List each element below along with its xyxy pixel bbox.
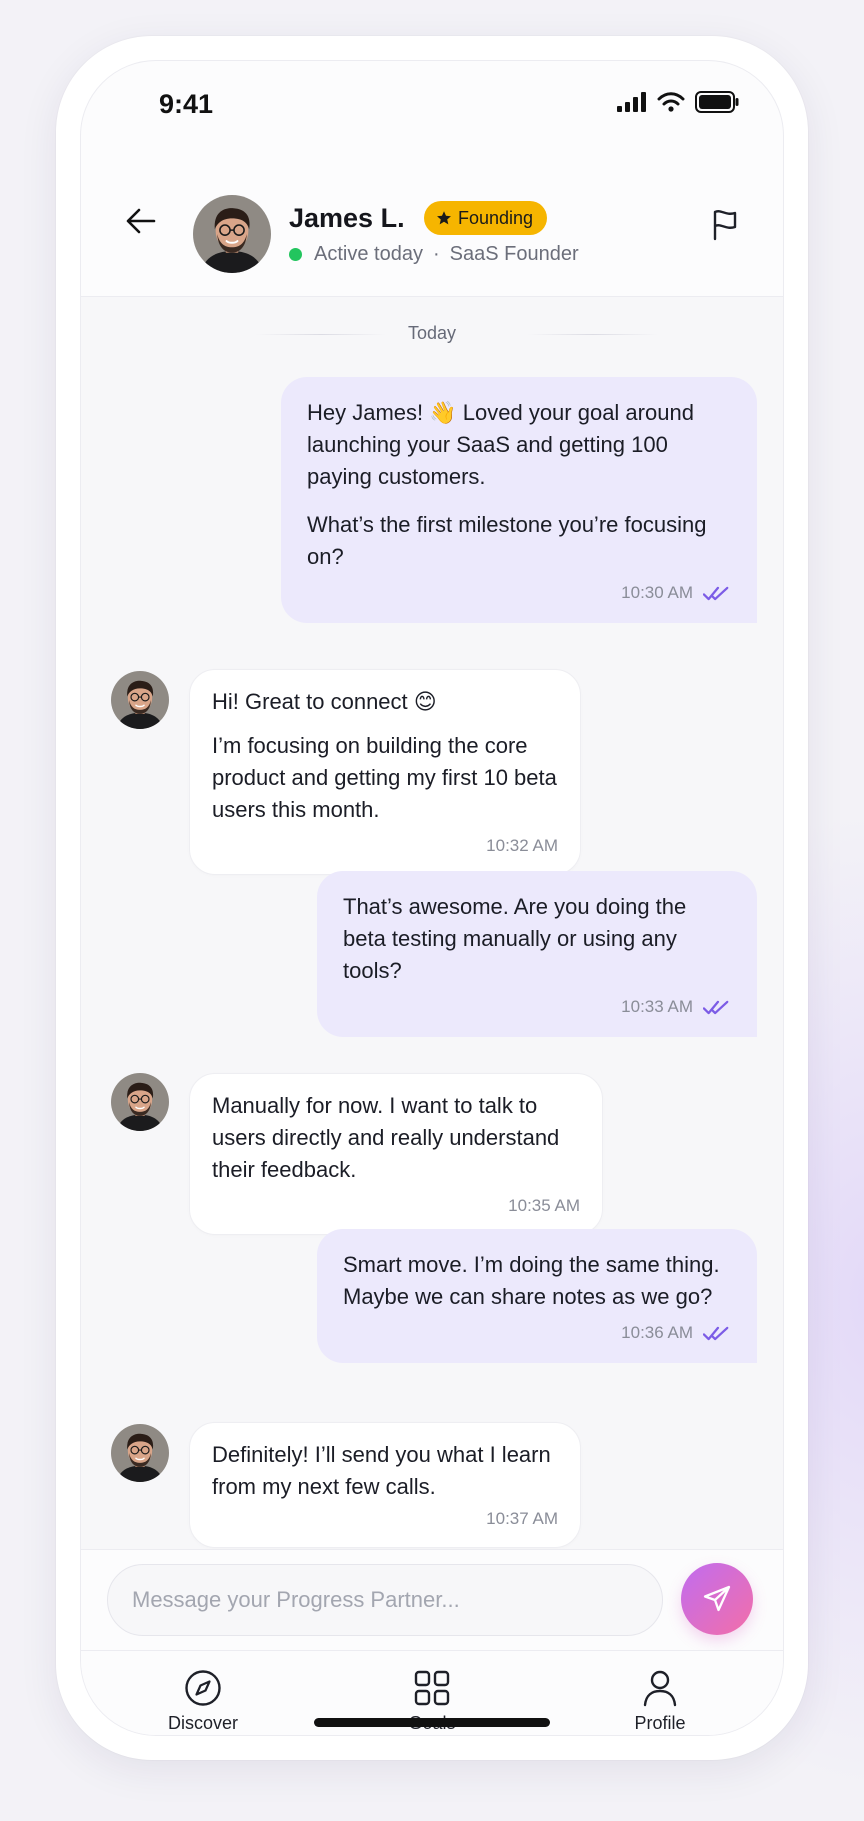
presence-status: Active today <box>314 243 423 265</box>
message-text: What’s the first milestone you’re focusi… <box>307 512 707 569</box>
online-dot <box>289 248 302 261</box>
message-meta: 10:32 AM <box>212 830 558 862</box>
message-meta: 10:37 AM <box>212 1503 558 1535</box>
message-list[interactable]: Today Hey James! 👋 Loved your goal aroun… <box>81 297 783 1549</box>
signal-icon <box>617 92 646 112</box>
message-meta: 10:30 AM <box>307 577 731 609</box>
tab-profile[interactable]: Profile <box>590 1669 730 1734</box>
status-bar: 9:41 <box>81 61 783 161</box>
message-time: 10:32 AM <box>486 836 558 855</box>
message-meta: 10:33 AM <box>343 991 731 1023</box>
flag-icon <box>713 210 737 241</box>
chat-header: James L. Founding Active today · SaaS Fo… <box>81 161 783 297</box>
arrow-left-icon <box>126 208 156 234</box>
message-incoming[interactable]: Hi! Great to connect 😊 I’m focusing on b… <box>189 669 581 875</box>
message-input[interactable] <box>107 1564 663 1636</box>
message-time: 10:35 AM <box>508 1196 580 1215</box>
message-text: I’m focusing on building the core produc… <box>212 733 557 822</box>
founding-badge: Founding <box>424 201 548 235</box>
day-separator: Today <box>81 323 783 344</box>
compass-icon <box>185 1670 221 1706</box>
message-outgoing[interactable]: Smart move. I’m doing the same thing. Ma… <box>317 1229 757 1363</box>
tab-label: Discover <box>167 1713 238 1733</box>
contact-avatar-small[interactable] <box>111 671 169 729</box>
grid-icon <box>414 1670 450 1706</box>
message-incoming[interactable]: Definitely! I’ll send you what I learn f… <box>189 1422 581 1548</box>
contact-avatar[interactable] <box>193 195 271 273</box>
message-text: That’s awesome. Are you doing the beta t… <box>343 894 687 983</box>
badge-label: Founding <box>458 207 534 228</box>
home-indicator <box>314 1718 550 1727</box>
message-text: Smart move. I’m doing the same thing. Ma… <box>343 1252 720 1309</box>
back-button[interactable] <box>121 201 161 241</box>
message-time: 10:30 AM <box>621 583 693 602</box>
message-outgoing[interactable]: That’s awesome. Are you doing the beta t… <box>317 871 757 1037</box>
message-incoming[interactable]: Manually for now. I want to talk to user… <box>189 1073 603 1235</box>
tab-discover[interactable]: Discover <box>133 1669 273 1734</box>
message-outgoing[interactable]: Hey James! 👋 Loved your goal around laun… <box>281 377 757 623</box>
send-icon <box>703 1585 731 1612</box>
contact-role: SaaS Founder <box>449 243 579 265</box>
app-screen: 9:41 James L. Founding Active today · Sa… <box>80 60 784 1736</box>
battery-icon <box>695 91 739 113</box>
tab-label: Profile <box>634 1713 686 1733</box>
message-time: 10:37 AM <box>486 1509 558 1528</box>
message-time: 10:33 AM <box>621 997 693 1016</box>
read-receipt-icon <box>703 585 731 602</box>
message-meta: 10:35 AM <box>212 1190 580 1222</box>
contact-name: James L. <box>289 203 405 233</box>
phone-frame: 9:41 James L. Founding Active today · Sa… <box>56 36 808 1760</box>
message-meta: 10:36 AM <box>343 1317 731 1349</box>
send-button[interactable] <box>681 1563 753 1635</box>
status-icons <box>617 91 739 113</box>
presence-separator: · <box>432 243 440 265</box>
contact-avatar-small[interactable] <box>111 1073 169 1131</box>
read-receipt-icon <box>703 999 731 1016</box>
read-receipt-icon <box>703 1325 731 1342</box>
message-text: Hey James! 👋 Loved your goal around laun… <box>307 400 694 489</box>
user-icon <box>643 1670 677 1707</box>
wifi-icon <box>657 92 685 112</box>
message-text: Definitely! I’ll send you what I learn f… <box>212 1442 551 1499</box>
message-time: 10:36 AM <box>621 1323 693 1342</box>
message-text: Manually for now. I want to talk to user… <box>212 1093 560 1182</box>
presence-line: Active today · SaaS Founder <box>289 243 579 266</box>
message-composer <box>81 1549 783 1649</box>
contact-avatar-small[interactable] <box>111 1424 169 1482</box>
report-button[interactable] <box>705 205 745 245</box>
status-time: 9:41 <box>159 89 214 119</box>
star-icon <box>437 211 451 225</box>
message-text: Hi! Great to connect 😊 <box>212 689 437 714</box>
